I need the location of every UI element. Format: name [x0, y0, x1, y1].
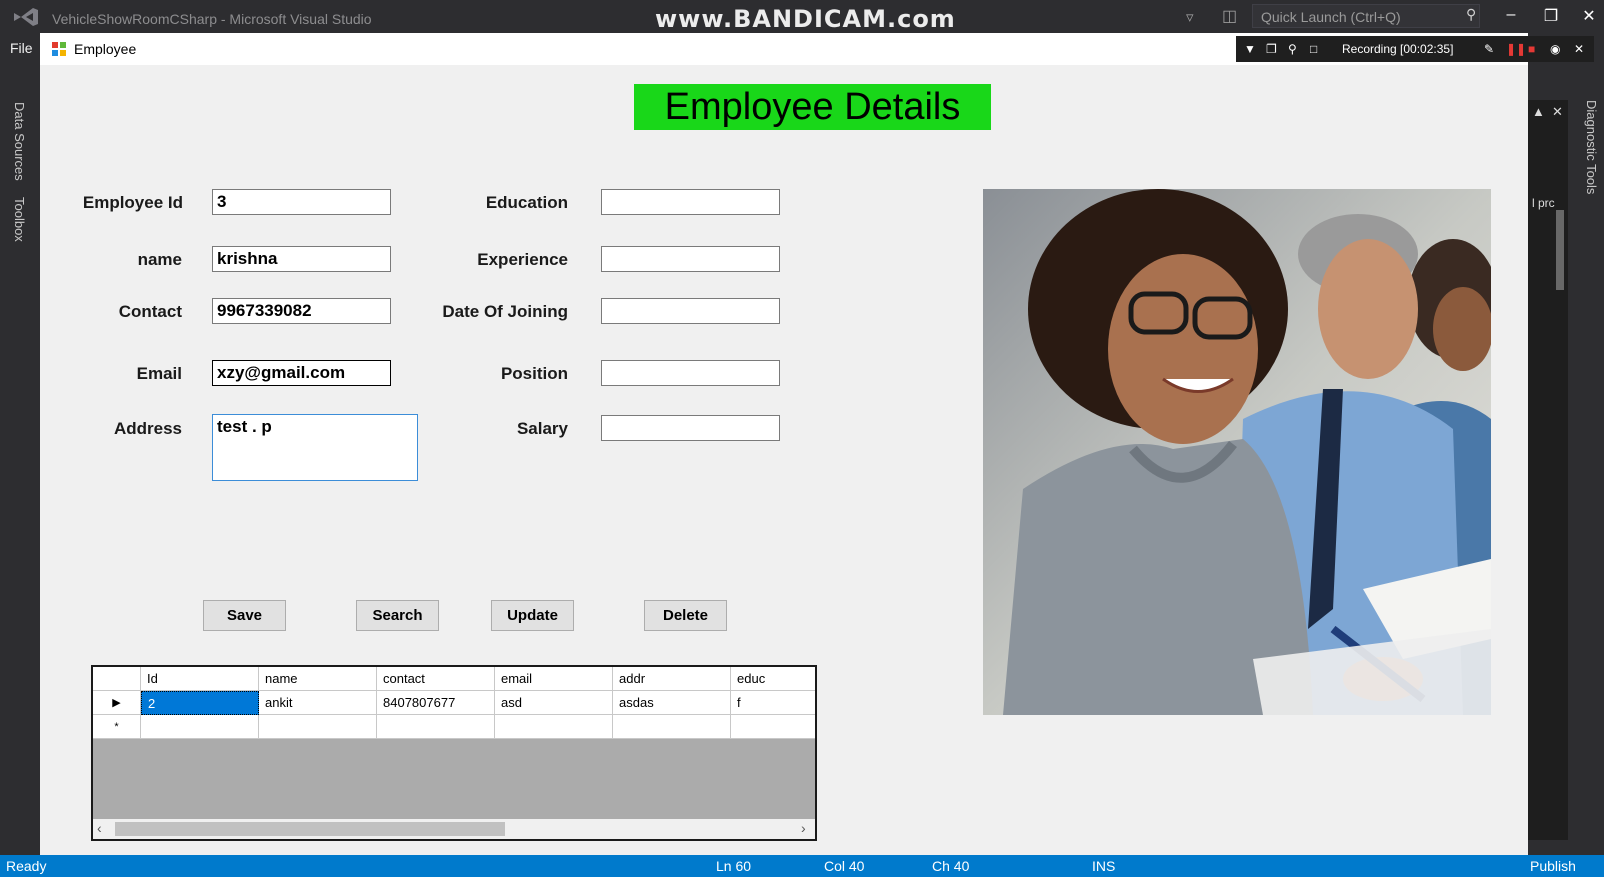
email-input[interactable]: xzy@gmail.com	[212, 360, 391, 386]
experience-input[interactable]	[601, 246, 780, 272]
zoom-icon[interactable]: ⚲	[1288, 42, 1297, 56]
dropdown-icon[interactable]: ▼	[1244, 42, 1256, 56]
column-header[interactable]: email	[495, 667, 613, 691]
table-cell[interactable]	[259, 715, 377, 739]
status-ins: INS	[1092, 858, 1116, 874]
pin-icon[interactable]: ▲	[1532, 104, 1545, 119]
quick-launch-input[interactable]: Quick Launch (Ctrl+Q)	[1252, 4, 1480, 28]
table-row[interactable]: ▶ 2 ankit 8407807677 asd asdas f	[93, 691, 815, 715]
vs-titlebar: VehicleShowRoomCSharp - Microsoft Visual…	[0, 0, 1604, 33]
date-of-joining-input[interactable]	[601, 298, 780, 324]
table-cell[interactable]: 2	[141, 691, 259, 715]
status-char: Ch 40	[932, 858, 970, 874]
diagnostic-tools-tab[interactable]: Diagnostic Tools	[1584, 100, 1599, 194]
recording-status: Recording [00:02:35]	[1342, 42, 1454, 56]
status-line: Ln 60	[716, 858, 752, 874]
search-button[interactable]: Search	[356, 600, 439, 631]
recording-close-icon[interactable]: ✕	[1574, 42, 1584, 56]
region-icon[interactable]: □	[1310, 42, 1317, 56]
column-header[interactable]: educ	[731, 667, 815, 691]
grid-corner-cell[interactable]	[93, 667, 141, 691]
table-cell[interactable]	[613, 715, 731, 739]
diagnostic-panel: ▲ ✕ l prc	[1528, 100, 1568, 840]
address-label: Address	[113, 419, 182, 438]
contact-input[interactable]: 9967339082	[212, 298, 391, 324]
employee-id-input[interactable]: 3	[212, 189, 391, 215]
pause-icon[interactable]: ❚❚	[1506, 42, 1526, 56]
salary-input[interactable]	[601, 415, 780, 441]
employee-id-label: Employee Id	[82, 193, 183, 212]
bandicam-watermark: www.BANDICAM.com	[655, 5, 956, 33]
visual-studio-logo-icon	[14, 8, 38, 26]
camera-icon[interactable]: ◉	[1550, 42, 1560, 56]
feedback-icon[interactable]: ◫	[1222, 6, 1237, 26]
email-label: Email	[136, 364, 182, 383]
window-title: VehicleShowRoomCSharp - Microsoft Visual…	[52, 11, 372, 27]
employees-photo	[983, 189, 1491, 715]
grid-horizontal-scrollbar[interactable]: ‹ ›	[93, 819, 815, 839]
salary-label: Salary	[516, 419, 568, 438]
form-titlebar: Employee ▼ ❐ ⚲ □ Recording [00:02:35] ✎ …	[40, 33, 1594, 65]
delete-button[interactable]: Delete	[644, 600, 727, 631]
data-sources-tab[interactable]: Data Sources	[12, 102, 27, 181]
minimize-button[interactable]: –	[1498, 6, 1524, 24]
recording-toolbar: ▼ ❐ ⚲ □ Recording [00:02:35] ✎ ❚❚ ■ ◉ ✕	[1236, 36, 1594, 62]
name-label: name	[137, 250, 182, 269]
education-label: Education	[485, 193, 568, 212]
restore-button[interactable]: ❐	[1538, 6, 1564, 26]
window-icon[interactable]: ❐	[1266, 42, 1277, 56]
table-cell[interactable]	[141, 715, 259, 739]
search-icon[interactable]: ⚲	[1466, 6, 1476, 23]
form-title: Employee	[74, 41, 137, 57]
education-input[interactable]	[601, 189, 780, 215]
employee-data-grid[interactable]: Id name contact email addr educ ▶ 2 anki…	[91, 665, 817, 841]
panel-scrollbar[interactable]	[1556, 210, 1564, 290]
filter-icon[interactable]: ▿	[1186, 8, 1194, 26]
date-of-joining-label: Date Of Joining	[442, 302, 568, 321]
pencil-icon[interactable]: ✎	[1484, 42, 1494, 56]
table-cell[interactable]: asd	[495, 691, 613, 715]
column-header[interactable]: addr	[613, 667, 731, 691]
new-row[interactable]: *	[93, 715, 815, 739]
name-input[interactable]: krishna	[212, 246, 391, 272]
scrollbar-thumb[interactable]	[115, 822, 505, 836]
contact-label: Contact	[118, 302, 182, 321]
update-button[interactable]: Update	[491, 600, 574, 631]
table-cell[interactable]	[495, 715, 613, 739]
column-header[interactable]: name	[259, 667, 377, 691]
table-cell[interactable]: ankit	[259, 691, 377, 715]
grid-header-row: Id name contact email addr educ	[93, 667, 815, 691]
menu-file[interactable]: File	[10, 40, 33, 56]
status-column: Col 40	[824, 858, 865, 874]
publish-button[interactable]: Publish	[1530, 858, 1576, 874]
column-header[interactable]: Id	[141, 667, 259, 691]
new-row-indicator[interactable]: *	[93, 715, 141, 739]
page-title: Employee Details	[634, 84, 991, 130]
current-row-indicator[interactable]: ▶	[93, 691, 141, 715]
table-cell[interactable]: f	[731, 691, 815, 715]
position-input[interactable]	[601, 360, 780, 386]
table-cell[interactable]	[377, 715, 495, 739]
panel-close-icon[interactable]: ✕	[1552, 104, 1563, 120]
table-cell[interactable]: 8407807677	[377, 691, 495, 715]
column-header[interactable]: contact	[377, 667, 495, 691]
save-button[interactable]: Save	[203, 600, 286, 631]
table-cell[interactable]	[731, 715, 815, 739]
panel-text: l prc	[1532, 196, 1555, 210]
position-label: Position	[500, 364, 568, 383]
close-button[interactable]: ✕	[1576, 6, 1602, 26]
form-app-icon	[52, 42, 66, 56]
left-tool-strip: Data Sources Toolbox	[0, 62, 40, 855]
experience-label: Experience	[477, 250, 568, 269]
scroll-right-icon[interactable]: ›	[801, 820, 806, 836]
scroll-left-icon[interactable]: ‹	[97, 820, 102, 836]
stop-icon[interactable]: ■	[1528, 42, 1535, 56]
status-ready: Ready	[6, 858, 47, 874]
table-cell[interactable]: asdas	[613, 691, 731, 715]
status-bar: Ready Ln 60 Col 40 Ch 40 INS Publish	[0, 855, 1604, 877]
